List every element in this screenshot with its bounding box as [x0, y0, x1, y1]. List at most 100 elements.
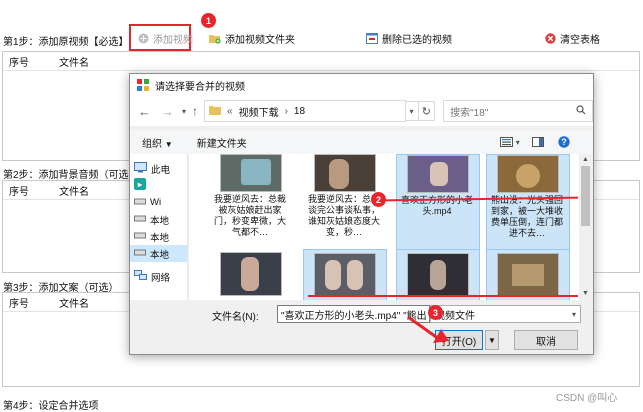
open-file-dialog: 请选择要合并的视频 ← → ▾ ↑ « 视频下载 › 18 ▾ ↻ 搜索"18"…: [129, 73, 594, 355]
step2-label: 第2步：添加背景音频（可选）: [3, 170, 139, 181]
file-list[interactable]: 我要逆风去：总裁被灰姑娘赶出家门，秒变卑微，大气都不… 我要逆风去：总裁谈完公事…: [189, 154, 579, 300]
view-mode-icon[interactable]: [499, 137, 513, 147]
chevron-down-icon: ▼: [488, 335, 496, 345]
organize-button[interactable]: 组织 ▼: [142, 135, 173, 150]
annotation-arrow: [405, 314, 455, 346]
clear-table-button[interactable]: 清空表格: [541, 29, 603, 47]
nav-item-this-pc[interactable]: 此电: [130, 160, 187, 177]
nav-label: 本地: [150, 249, 170, 261]
video-thumbnail: [407, 155, 469, 193]
annotation-underline-row2: [308, 295, 578, 297]
breadcrumb-prefix: «: [227, 105, 233, 117]
search-icon: [576, 104, 586, 118]
step4-label: 第4步：设定合并选项: [3, 401, 99, 412]
new-folder-button[interactable]: 新建文件夹: [197, 135, 247, 150]
dialog-titlebar: 请选择要合并的视频: [130, 74, 593, 96]
nav-item-local-disk-3[interactable]: 本地: [130, 245, 187, 262]
add-video-button[interactable]: 添加视频: [134, 29, 196, 47]
nav-label: 网络: [151, 272, 171, 284]
add-folder-button[interactable]: 添加视频文件夹: [206, 29, 298, 47]
col-index: 序号: [9, 57, 29, 69]
file-tile-1[interactable]: 我要逆风去：总裁被灰姑娘赶出家门，秒变卑微，大气都不…: [211, 154, 289, 249]
nav-label: 本地: [150, 215, 170, 227]
chevron-down-icon: ▼: [164, 139, 173, 149]
nav-item-local-disk-1[interactable]: 本地: [130, 211, 187, 228]
nav-item-local-disk-2[interactable]: 本地: [130, 228, 187, 245]
video-thumbnail: [407, 253, 469, 297]
add-folder-label: 添加视频文件夹: [225, 34, 295, 46]
breadcrumb-item-18[interactable]: 18: [294, 106, 305, 117]
nav-item-network[interactable]: 网络: [130, 268, 187, 285]
search-placeholder: 搜索"18": [450, 107, 489, 119]
nav-item-app[interactable]: ▶: [130, 177, 187, 194]
folder-icon: [209, 105, 222, 118]
up-arrow-icon[interactable]: ↑: [192, 104, 198, 118]
file-tile-5[interactable]: [211, 249, 289, 300]
video-thumbnail: [314, 154, 376, 192]
step1-label: 第1步：添加原视频【必选】: [3, 37, 129, 48]
nav-label: 本地: [150, 232, 170, 244]
file-tile-7[interactable]: [396, 249, 480, 300]
nav-label: 此电: [151, 164, 171, 176]
drive-icon: [134, 231, 146, 242]
file-caption: 我要逆风去：总裁被灰姑娘赶出家门，秒变卑微，大气都不…: [213, 194, 286, 237]
file-tile-3[interactable]: 喜欢正方形的小老头.mp4: [396, 154, 480, 251]
col-index: 序号: [9, 298, 29, 310]
clear-table-label: 清空表格: [560, 34, 600, 46]
preview-pane-icon[interactable]: [531, 137, 544, 147]
filename-label: 文件名(N):: [212, 312, 259, 323]
address-bar[interactable]: « 视频下载 › 18: [204, 100, 406, 122]
svg-text:▶: ▶: [138, 183, 143, 189]
col-filename: 文件名: [59, 186, 89, 198]
forward-arrow-icon[interactable]: →: [161, 104, 174, 119]
file-caption: 熊出没：光头强回到家，被一大堆收费单压倒，连门都进不去…: [490, 195, 563, 238]
delete-window-icon: [366, 32, 378, 44]
add-video-label: 添加视频: [153, 34, 193, 46]
breadcrumb-item-downloads[interactable]: 视频下载: [239, 104, 279, 119]
app-logo-icon: [136, 78, 150, 92]
drive-icon: [134, 214, 146, 225]
file-tile-6[interactable]: [303, 249, 387, 300]
annotation-badge-1: 1: [201, 13, 216, 28]
col-filename: 文件名: [59, 298, 89, 310]
file-list-scrollbar[interactable]: ▲ ▼: [579, 154, 592, 300]
chevron-down-icon: ▾: [571, 309, 576, 319]
network-icon: [134, 269, 147, 284]
search-box[interactable]: 搜索"18": [443, 100, 593, 122]
nav-item-windows[interactable]: Wi: [130, 194, 187, 211]
refresh-icon[interactable]: ↻: [418, 101, 436, 121]
scrollbar-thumb[interactable]: [581, 166, 590, 226]
nav-label: Wi: [150, 197, 162, 208]
command-bar: 组织 ▼ 新建文件夹 ▾ ?: [130, 130, 593, 154]
dialog-title: 请选择要合并的视频: [155, 81, 245, 93]
scroll-up-icon[interactable]: ▲: [582, 156, 589, 163]
organize-label: 组织: [142, 138, 162, 150]
open-dropdown-button[interactable]: ▼: [485, 330, 499, 350]
folder-add-icon: [209, 32, 221, 44]
file-tile-4[interactable]: 熊出没：光头强回到家，被一大堆收费单压倒，连门都进不去…: [486, 154, 570, 251]
address-dropdown-icon[interactable]: ▾: [405, 101, 419, 121]
file-tile-8[interactable]: [486, 249, 570, 300]
delete-selected-button[interactable]: 删除已选的视频: [363, 29, 455, 47]
delete-selected-label: 删除已选的视频: [382, 34, 452, 46]
cancel-button[interactable]: 取消: [514, 330, 578, 350]
video-thumbnail: [497, 253, 559, 297]
video-thumbnail: [220, 252, 282, 296]
svg-text:?: ?: [561, 137, 567, 147]
drive-icon: [134, 197, 146, 208]
video-table-header: 序号 文件名: [3, 52, 639, 70]
scroll-down-icon[interactable]: ▼: [582, 290, 589, 297]
back-arrow-icon[interactable]: ←: [138, 104, 151, 119]
col-index: 序号: [9, 186, 29, 198]
clear-x-icon: [544, 32, 556, 44]
video-thumbnail: [497, 155, 559, 193]
col-filename: 文件名: [59, 57, 89, 69]
add-circle-icon: [137, 32, 149, 44]
video-thumbnail: [314, 253, 376, 297]
breadcrumb-separator-icon: ›: [284, 105, 288, 117]
video-thumbnail: [220, 154, 282, 192]
history-chevron-icon[interactable]: ▾: [182, 107, 186, 116]
view-chevron-icon[interactable]: ▾: [516, 138, 520, 147]
help-icon[interactable]: ?: [558, 136, 570, 148]
watermark: CSDN @叫心: [556, 393, 618, 404]
